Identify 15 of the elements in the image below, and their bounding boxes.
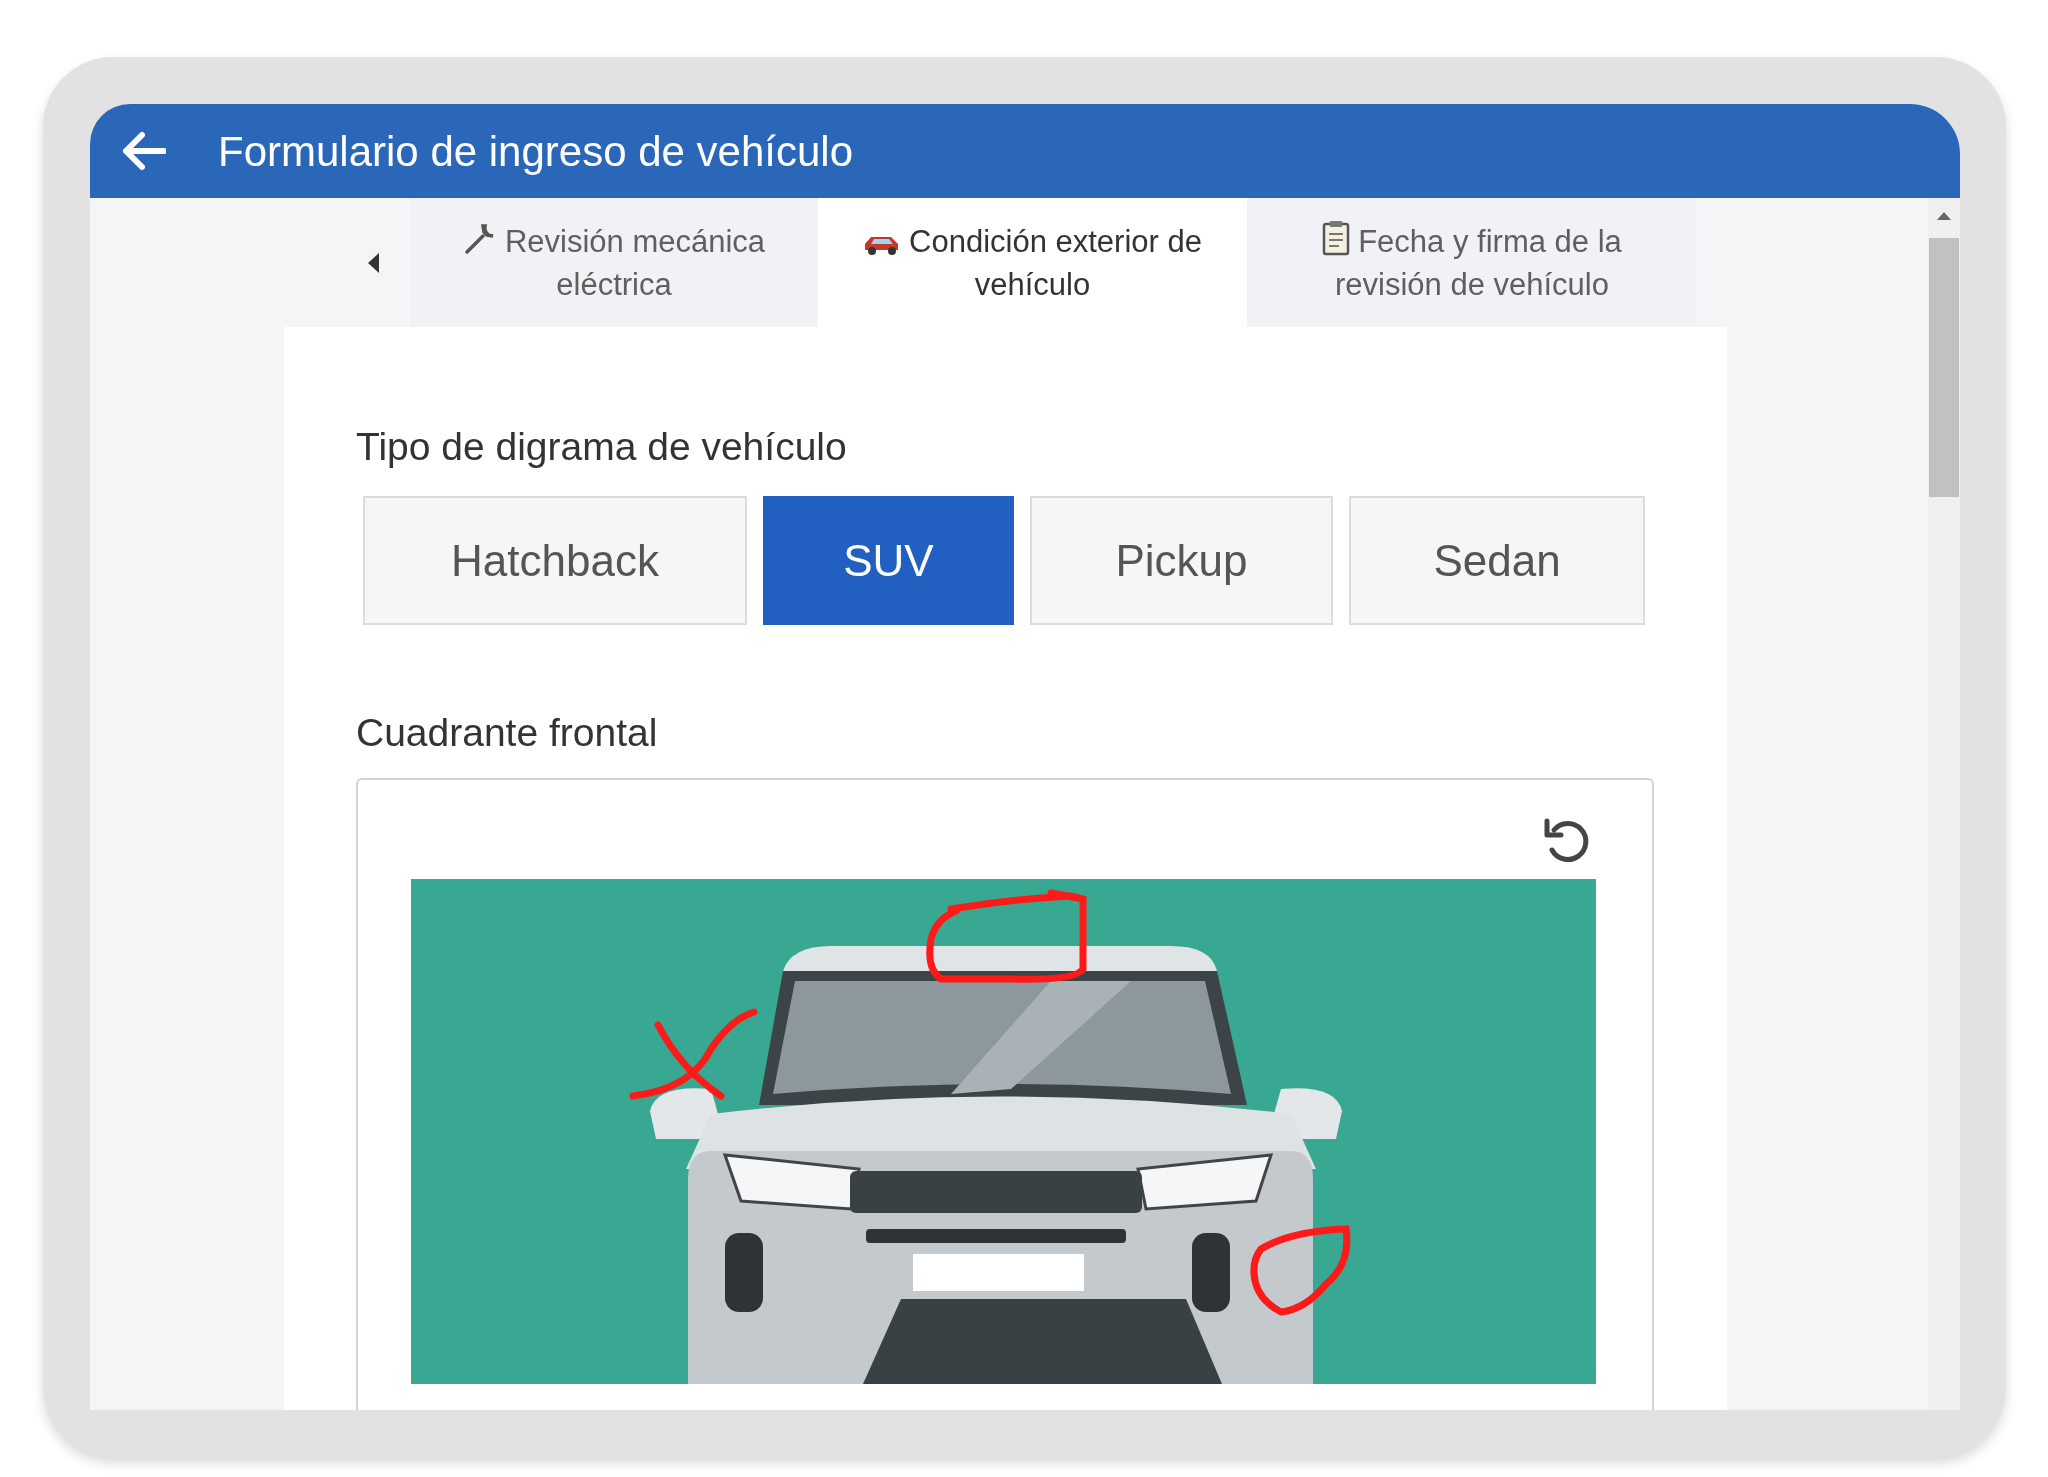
vehicle-type-option[interactable]: Hatchback xyxy=(363,496,747,625)
scrollbar-thumb[interactable] xyxy=(1929,238,1959,497)
section-tab[interactable]: Condición exterior de vehículo xyxy=(818,198,1247,327)
vehicle-type-option[interactable]: SUV xyxy=(763,496,1014,625)
back-arrow-icon[interactable] xyxy=(120,131,166,171)
field-label: Tipo de digrama de vehículo xyxy=(356,427,848,466)
scroll-up-icon[interactable] xyxy=(1937,212,1951,220)
screen-title: Formulario de ingreso de vehículo xyxy=(218,126,853,177)
section-label: Cuadrante frontal xyxy=(356,713,659,752)
vehicle-type-option[interactable]: Pickup xyxy=(1030,496,1333,625)
vehicle-type-option[interactable]: Sedan xyxy=(1349,496,1645,625)
suv-front-drawing[interactable] xyxy=(411,879,1596,1384)
scrollbar[interactable] xyxy=(1928,198,1960,1410)
clipboard-icon xyxy=(1322,219,1351,256)
scroll-left-icon[interactable] xyxy=(368,252,380,273)
